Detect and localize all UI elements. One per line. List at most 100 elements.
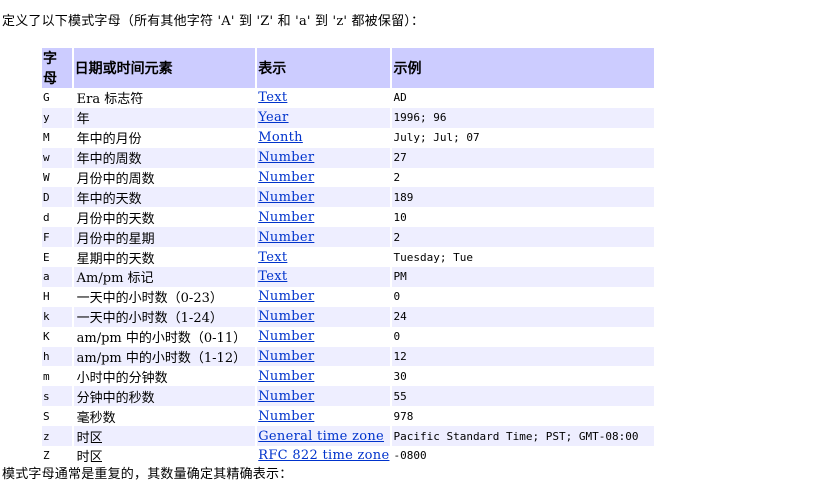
header-presentation: 表示	[257, 48, 391, 88]
table-row: F 月份中的星期 Number 2	[42, 227, 654, 248]
presentation-link[interactable]: Text	[258, 90, 287, 105]
cell-element-text: 年中的天数	[76, 191, 142, 207]
cell-presentation: Number	[257, 207, 390, 227]
cell-element: 时区	[73, 426, 256, 447]
cell-element: 月份中的星期	[73, 227, 256, 248]
presentation-link[interactable]: Year	[258, 110, 288, 125]
cell-element-text: 分钟中的秒数	[76, 390, 155, 406]
cell-example: 2	[393, 171, 401, 184]
cell-letter: k	[42, 306, 72, 327]
cell-element-text: 一天中的小时数（1-24）	[76, 311, 223, 327]
cell-letter: y	[42, 107, 72, 128]
presentation-link[interactable]: RFC 822 time zone	[258, 448, 389, 463]
cell-element: 月份中的天数	[74, 207, 256, 227]
presentation-link[interactable]: Number	[258, 289, 314, 304]
presentation-link[interactable]: Number	[258, 349, 314, 364]
cell-example: AD	[393, 91, 407, 105]
cell-element: 毫秒数	[74, 406, 256, 426]
cell-element: 年中的周数	[73, 147, 256, 168]
cell-element-text: 小时中的分钟数	[76, 370, 168, 386]
cell-example: 978	[393, 409, 414, 423]
cell-element: 一天中的小时数（1-24）	[73, 306, 256, 327]
cell-presentation: General time zone	[257, 426, 391, 447]
cell-element-text: 年中的月份	[76, 132, 142, 148]
cell-presentation: Number	[257, 327, 390, 347]
cell-presentation: Number	[257, 147, 391, 168]
cell-presentation: Number	[257, 168, 390, 188]
presentation-link[interactable]: Number	[258, 190, 314, 205]
cell-presentation: Number	[257, 366, 390, 386]
table-row: H 一天中的小时数（0-23） Number 0	[42, 287, 654, 307]
cell-letter: s	[42, 386, 72, 407]
table-header-row: 字母 日期或时间元素 表示 示例	[42, 48, 654, 88]
presentation-link[interactable]: Number	[258, 309, 314, 324]
presentation-link[interactable]: Number	[258, 230, 314, 245]
cell-example: 12	[392, 346, 654, 367]
cell-example: 10	[393, 210, 407, 224]
cell-presentation: Number	[257, 287, 390, 307]
cell-example: Pacific Standard Time; PST; GMT-08:00	[392, 426, 654, 447]
cell-example: PM	[392, 267, 654, 287]
cell-example: 24	[392, 306, 654, 327]
cell-element-text: 时区	[76, 430, 103, 446]
cell-example: July; Jul; 07	[393, 131, 480, 145]
cell-presentation: Number	[257, 386, 391, 407]
cell-element-text: 月份中的星期	[76, 231, 155, 247]
cell-element: 一天中的小时数（0-23）	[74, 287, 256, 307]
cell-element: 小时中的分钟数	[74, 366, 256, 386]
header-letter: 字母	[42, 48, 72, 88]
table-row: y 年 Year 1996; 96	[42, 107, 654, 128]
presentation-link[interactable]: Number	[258, 389, 314, 404]
table-body: G Era 标志符 Text AD y 年 Year 1996; 96 M 年中的月份 Month J…	[42, 88, 654, 466]
cell-example: 189	[392, 187, 654, 208]
table-row: a Am/pm 标记 Text PM	[42, 267, 654, 287]
table-row: w 年中的周数 Number 27	[42, 147, 654, 168]
pattern-letters-table: 字母 日期或时间元素 表示 示例 G Era 标志符 Text AD y 年 Year 199…	[40, 48, 656, 466]
cell-element: am/pm 中的小时数（0-11）	[74, 327, 256, 347]
cell-letter: w	[42, 147, 72, 168]
cell-presentation: Number	[257, 187, 391, 208]
cell-element-text: 月份中的周数	[76, 172, 155, 187]
presentation-link[interactable]: Number	[258, 409, 314, 424]
cell-letter: h	[42, 346, 72, 367]
cell-element: 年	[73, 107, 256, 128]
outro-paragraph: 模式字母通常是重复的，其数量确定其精确表示：	[2, 467, 293, 482]
table-row: S 毫秒数 Number 978	[42, 406, 654, 426]
cell-letter: G	[43, 91, 50, 105]
table-row: W 月份中的周数 Number 2	[42, 168, 654, 188]
cell-presentation: Number	[257, 346, 391, 367]
cell-presentation: Text	[257, 247, 390, 267]
cell-letter: K	[43, 330, 50, 344]
cell-letter: F	[42, 227, 72, 248]
cell-element-text: 年	[76, 112, 90, 128]
cell-presentation: Number	[257, 406, 390, 426]
presentation-link[interactable]: Text	[258, 250, 287, 265]
table-row: s 分钟中的秒数 Number 55	[42, 386, 654, 407]
cell-example: -0800	[393, 449, 427, 463]
presentation-link[interactable]: General time zone	[258, 429, 384, 444]
table-row: G Era 标志符 Text AD	[42, 88, 654, 108]
header-element: 日期或时间元素	[73, 48, 256, 88]
cell-element: 年中的天数	[73, 187, 256, 208]
presentation-link[interactable]: Month	[258, 130, 303, 145]
cell-example: 2	[392, 227, 654, 248]
cell-presentation: Text	[257, 267, 391, 287]
cell-example: 30	[393, 369, 407, 383]
cell-letter: z	[42, 426, 72, 447]
cell-letter: S	[43, 409, 50, 423]
presentation-link[interactable]: Number	[258, 369, 314, 384]
cell-presentation: Text	[257, 88, 390, 108]
presentation-link[interactable]: Number	[258, 150, 314, 165]
presentation-link[interactable]: Number	[258, 170, 314, 185]
presentation-link[interactable]: Number	[258, 329, 314, 344]
presentation-link[interactable]: Text	[258, 269, 287, 284]
presentation-link[interactable]: Number	[258, 210, 314, 225]
cell-presentation: Month	[257, 128, 390, 148]
cell-example: 55	[392, 386, 654, 407]
cell-example: Tuesday; Tue	[393, 250, 473, 264]
cell-element: 月份中的周数	[74, 168, 256, 188]
cell-presentation: Number	[257, 306, 391, 327]
table-row: Kam/pm 中的小时数（0-11） Number 0	[42, 327, 654, 347]
header-example: 示例	[392, 48, 654, 88]
cell-letter: m	[43, 369, 50, 383]
